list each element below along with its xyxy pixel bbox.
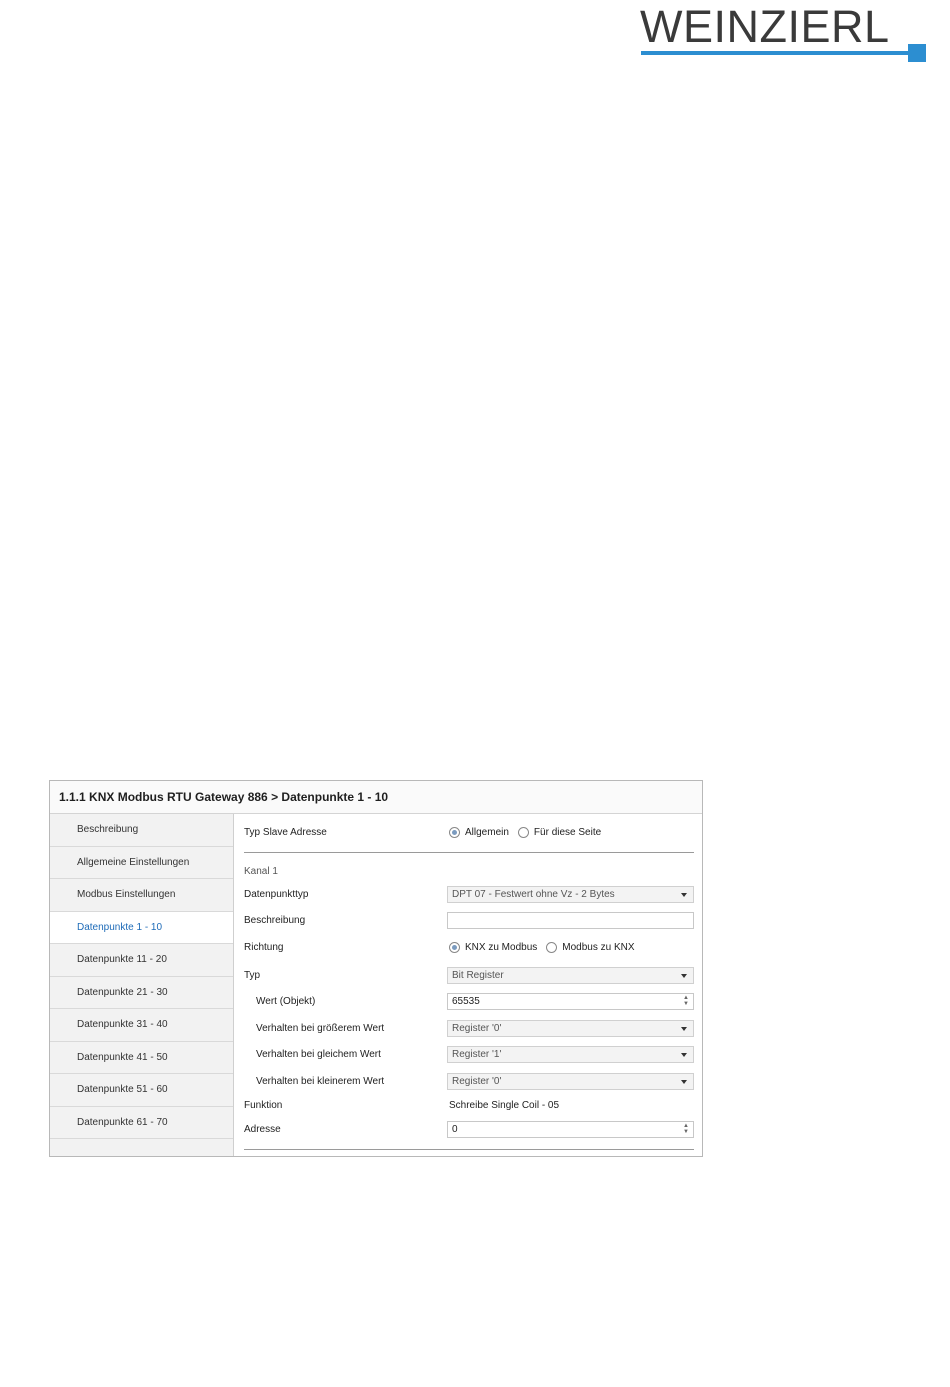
- row-datenpunkttyp: Datenpunkttyp DPT 07 - Festwert ohne Vz …: [244, 884, 694, 904]
- sidebar-item-allgemeine-einstellungen[interactable]: Allgemeine Einstellungen: [50, 847, 233, 879]
- logo-square: [908, 44, 926, 62]
- typ-slave-adresse-label: Typ Slave Adresse: [244, 826, 327, 838]
- row-typ: Typ Bit Register: [244, 965, 694, 985]
- sidebar-item-beschreibung[interactable]: Beschreibung: [50, 814, 233, 847]
- sidebar-item-datenpunkte-11-20[interactable]: Datenpunkte 11 - 20: [50, 944, 233, 977]
- radio-modbus-zu-knx-circle: [546, 941, 558, 953]
- adresse-spinbox[interactable]: 0 ▲ ▼: [447, 1120, 694, 1138]
- logo-underline: [641, 51, 913, 55]
- row-verhalten-gleich: Verhalten bei gleichem Wert Register '1': [244, 1044, 694, 1064]
- row-funktion: Funktion Schreibe Single Coil - 05: [244, 1095, 694, 1115]
- sidebar: Beschreibung Allgemeine Einstellungen Mo…: [50, 814, 234, 1156]
- datenpunkttyp-label: Datenpunkttyp: [244, 888, 309, 900]
- verhalten-gleich-select[interactable]: Register '1': [447, 1045, 694, 1063]
- wert-objekt-spinbox[interactable]: 65535 ▲ ▼: [447, 992, 694, 1010]
- adresse-label: Adresse: [244, 1123, 281, 1135]
- separator-bottom: [244, 1149, 694, 1150]
- window-title: 1.1.1 KNX Modbus RTU Gateway 886 > Daten…: [50, 781, 702, 814]
- section-title-kanal: Kanal 1: [244, 866, 278, 877]
- sidebar-item-modbus-einstellungen[interactable]: Modbus Einstellungen: [50, 879, 233, 912]
- datenpunkttyp-value: DPT 07 - Festwert ohne Vz - 2 Bytes: [452, 888, 615, 900]
- verhalten-kleiner-value: Register '0': [452, 1075, 502, 1087]
- weinzierl-logo: WEINZIERL: [640, 4, 930, 64]
- verhalten-gleich-value: Register '1': [452, 1048, 502, 1060]
- radio-fuer-diese-seite-circle: [517, 826, 529, 838]
- sidebar-item-datenpunkte-31-40[interactable]: Datenpunkte 31 - 40: [50, 1009, 233, 1042]
- dropdown-arrow-icon: [681, 1026, 687, 1031]
- beschreibung-input[interactable]: [447, 911, 694, 929]
- dropdown-arrow-icon: [681, 1079, 687, 1084]
- typ-label: Typ: [244, 969, 261, 981]
- sidebar-item-datenpunkte-21-30[interactable]: Datenpunkte 21 - 30: [50, 977, 233, 1009]
- sidebar-item-datenpunkte-61-70[interactable]: Datenpunkte 61 - 70: [50, 1107, 233, 1139]
- radio-fuer-diese-seite-label: Für diese Seite: [533, 826, 602, 838]
- row-verhalten-groesser: Verhalten bei größerem Wert Register '0': [244, 1018, 694, 1038]
- row-beschreibung: Beschreibung: [244, 910, 694, 930]
- logo-text: WEINZIERL: [640, 1, 890, 52]
- row-adresse: Adresse 0 ▲ ▼: [244, 1119, 694, 1139]
- radio-fuer-diese-seite[interactable]: Für diese Seite: [517, 826, 602, 838]
- beschreibung-label: Beschreibung: [244, 914, 306, 926]
- sidebar-item-datenpunkte-51-60[interactable]: Datenpunkte 51 - 60: [50, 1074, 233, 1107]
- radio-modbus-zu-knx[interactable]: Modbus zu KNX: [546, 941, 635, 953]
- dropdown-arrow-icon: [681, 1052, 687, 1057]
- row-wert-objekt: Wert (Objekt) 65535 ▲ ▼: [244, 991, 694, 1011]
- parameter-content: Typ Slave Adresse Allgemein Für diese Se…: [234, 814, 702, 1156]
- verhalten-kleiner-label: Verhalten bei kleinerem Wert: [256, 1075, 385, 1087]
- verhalten-kleiner-select[interactable]: Register '0': [447, 1072, 694, 1090]
- radio-knx-zu-modbus[interactable]: KNX zu Modbus: [449, 941, 538, 953]
- radio-allgemein[interactable]: Allgemein: [449, 826, 509, 838]
- dropdown-arrow-icon: [681, 892, 687, 897]
- separator-top: [244, 852, 694, 853]
- wert-objekt-label: Wert (Objekt): [256, 995, 316, 1007]
- radio-allgemein-circle: [449, 826, 460, 838]
- adresse-value: 0: [452, 1123, 458, 1135]
- row-typ-slave-adresse: Typ Slave Adresse Allgemein Für diese Se…: [244, 822, 694, 842]
- radio-modbus-zu-knx-label: Modbus zu KNX: [562, 941, 635, 953]
- richtung-label: Richtung: [244, 941, 284, 953]
- spin-arrows-icon[interactable]: ▲ ▼: [683, 995, 689, 1007]
- row-verhalten-kleiner: Verhalten bei kleinerem Wert Register '0…: [244, 1071, 694, 1091]
- sidebar-item-datenpunkte-41-50[interactable]: Datenpunkte 41 - 50: [50, 1042, 233, 1074]
- verhalten-groesser-value: Register '0': [452, 1022, 502, 1034]
- typ-select[interactable]: Bit Register: [447, 966, 694, 984]
- verhalten-groesser-label: Verhalten bei größerem Wert: [256, 1022, 385, 1034]
- spin-arrows-icon[interactable]: ▲ ▼: [683, 1123, 689, 1135]
- sidebar-item-datenpunkte-1-10[interactable]: Datenpunkte 1 - 10: [50, 911, 233, 944]
- verhalten-gleich-label: Verhalten bei gleichem Wert: [256, 1048, 381, 1060]
- dropdown-arrow-icon: [681, 973, 687, 978]
- radio-knx-zu-modbus-circle: [449, 941, 460, 953]
- verhalten-groesser-select[interactable]: Register '0': [447, 1019, 694, 1037]
- radio-allgemein-label: Allgemein: [465, 826, 509, 838]
- window-body: Beschreibung Allgemeine Einstellungen Mo…: [50, 814, 702, 1156]
- typ-value: Bit Register: [452, 969, 504, 981]
- funktion-label: Funktion: [244, 1099, 283, 1111]
- funktion-value: Schreibe Single Coil - 05: [449, 1099, 560, 1111]
- wert-objekt-value: 65535: [452, 995, 480, 1007]
- parameter-window: 1.1.1 KNX Modbus RTU Gateway 886 > Daten…: [49, 780, 703, 1157]
- row-richtung: Richtung KNX zu Modbus Modbus zu KNX: [244, 937, 694, 957]
- radio-knx-zu-modbus-label: KNX zu Modbus: [465, 941, 538, 953]
- datenpunkttyp-select[interactable]: DPT 07 - Festwert ohne Vz - 2 Bytes: [447, 885, 694, 903]
